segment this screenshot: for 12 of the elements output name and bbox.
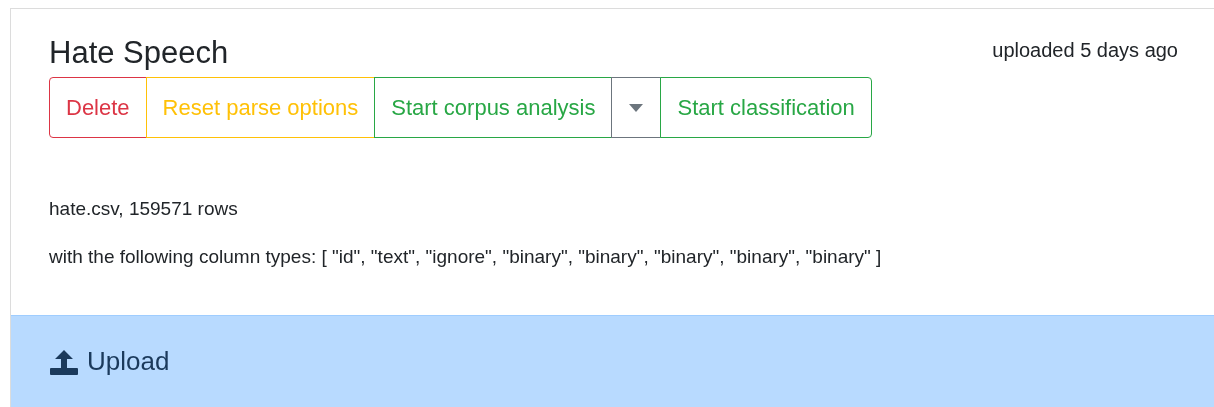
dropdown-toggle[interactable] [611, 77, 662, 139]
file-info: hate.csv, 159571 rows [49, 198, 239, 221]
action-button[interactable]: Start corpus analysis [374, 77, 613, 139]
dataset-title: Hate Speech [49, 34, 229, 72]
upload-icon [49, 347, 79, 376]
action-button[interactable]: Start classification [660, 77, 872, 139]
action-button[interactable]: Delete [49, 77, 147, 139]
caret-icon [628, 102, 645, 113]
upload-time: uploaded 5 days ago [992, 39, 1178, 62]
column-types: with the following column types: [ "id", "text", "ignore", "binary", "binary", "binary", "binary", "binary" ] [49, 246, 883, 269]
action-button[interactable]: Reset parse options [145, 77, 376, 139]
upload-button[interactable]: Upload [49, 346, 170, 377]
